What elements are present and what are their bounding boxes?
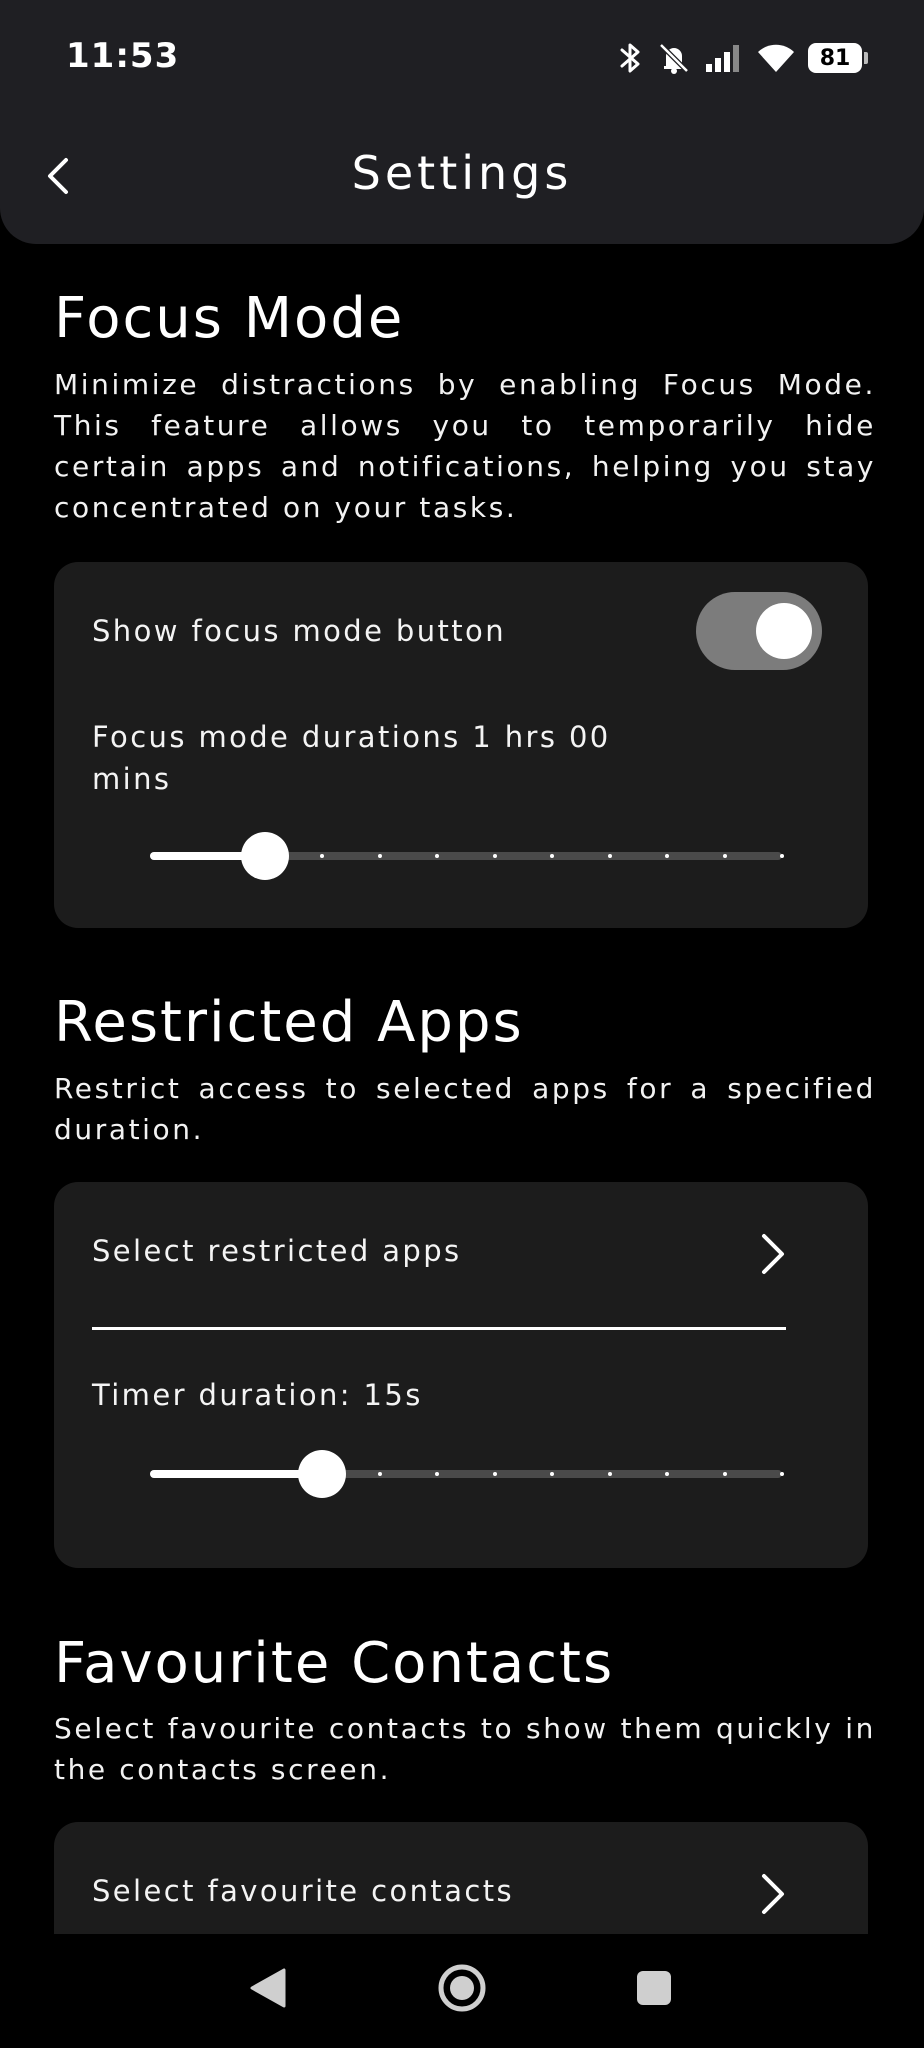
back-triangle-icon	[250, 1968, 286, 2008]
focus-mode-title: Focus Mode	[54, 286, 405, 351]
slider-tick-dot	[722, 854, 727, 858]
page-title: Settings	[351, 146, 573, 200]
restricted-apps-description: Restrict access to selected apps for a s…	[54, 1072, 876, 1146]
slider-tick-dot	[377, 1472, 382, 1476]
wifi-icon	[758, 44, 794, 72]
status-icons: 81	[618, 36, 868, 80]
slider-thumb[interactable]	[298, 1450, 347, 1498]
battery-level: 81	[819, 45, 851, 71]
restricted-apps-card: Select restricted apps Timer duration: 1…	[54, 1182, 868, 1568]
slider-tick-dot	[492, 854, 497, 858]
slider-tick-dot	[492, 1472, 497, 1476]
nav-home-button[interactable]	[430, 1956, 494, 2020]
focus-duration-label: Focus mode durations 1 hrs 00 mins	[92, 720, 611, 796]
timer-duration-slider[interactable]	[150, 1444, 784, 1504]
status-time: 11:53	[66, 36, 180, 76]
slider-thumb[interactable]	[240, 832, 289, 880]
favourite-contacts-title: Favourite Contacts	[54, 1631, 615, 1696]
battery-icon: 81	[808, 43, 868, 73]
focus-duration-slider[interactable]	[150, 826, 784, 886]
select-restricted-apps-label[interactable]: Select restricted apps	[92, 1234, 462, 1268]
system-nav-bar	[0, 1934, 924, 2048]
show-focus-button-label: Show focus mode button	[92, 614, 506, 648]
chevron-right-icon[interactable]	[756, 1232, 790, 1276]
slider-tick-dot	[377, 854, 382, 858]
restricted-apps-title: Restricted Apps	[54, 990, 524, 1055]
home-circle-icon	[438, 1964, 486, 2012]
show-focus-button-toggle[interactable]	[696, 592, 822, 670]
notifications-off-icon	[659, 43, 689, 74]
app-header: 11:53 81 Settings	[0, 0, 924, 244]
slider-tick-dot	[780, 854, 784, 858]
nav-recents-button[interactable]	[622, 1956, 686, 2020]
focus-mode-description: Minimize distractions by enabling Focus …	[54, 368, 876, 524]
slider-tick-dot	[607, 1472, 612, 1476]
timer-duration-label: Timer duration: 15s	[92, 1378, 423, 1412]
slider-fill	[150, 1470, 323, 1478]
chevron-right-icon[interactable]	[756, 1872, 790, 1916]
toggle-knob	[756, 603, 812, 659]
settings-screen: 11:53 81 Settings Focus Mode Minimize di…	[0, 0, 924, 2048]
favourite-contacts-description: Select favourite contacts to show them q…	[54, 1712, 876, 1786]
section-divider	[92, 1327, 786, 1330]
slider-tick-dot	[722, 1472, 727, 1476]
bluetooth-icon	[620, 43, 640, 73]
slider-tick-dot	[607, 854, 612, 858]
select-favourite-contacts-label[interactable]: Select favourite contacts	[92, 1874, 514, 1908]
signal-icon	[706, 45, 739, 72]
recents-square-icon	[637, 1971, 671, 2005]
slider-tick-dot	[780, 1472, 784, 1476]
focus-mode-card: Show focus mode button Focus mode durati…	[54, 562, 868, 928]
nav-back-button[interactable]	[236, 1956, 300, 2020]
